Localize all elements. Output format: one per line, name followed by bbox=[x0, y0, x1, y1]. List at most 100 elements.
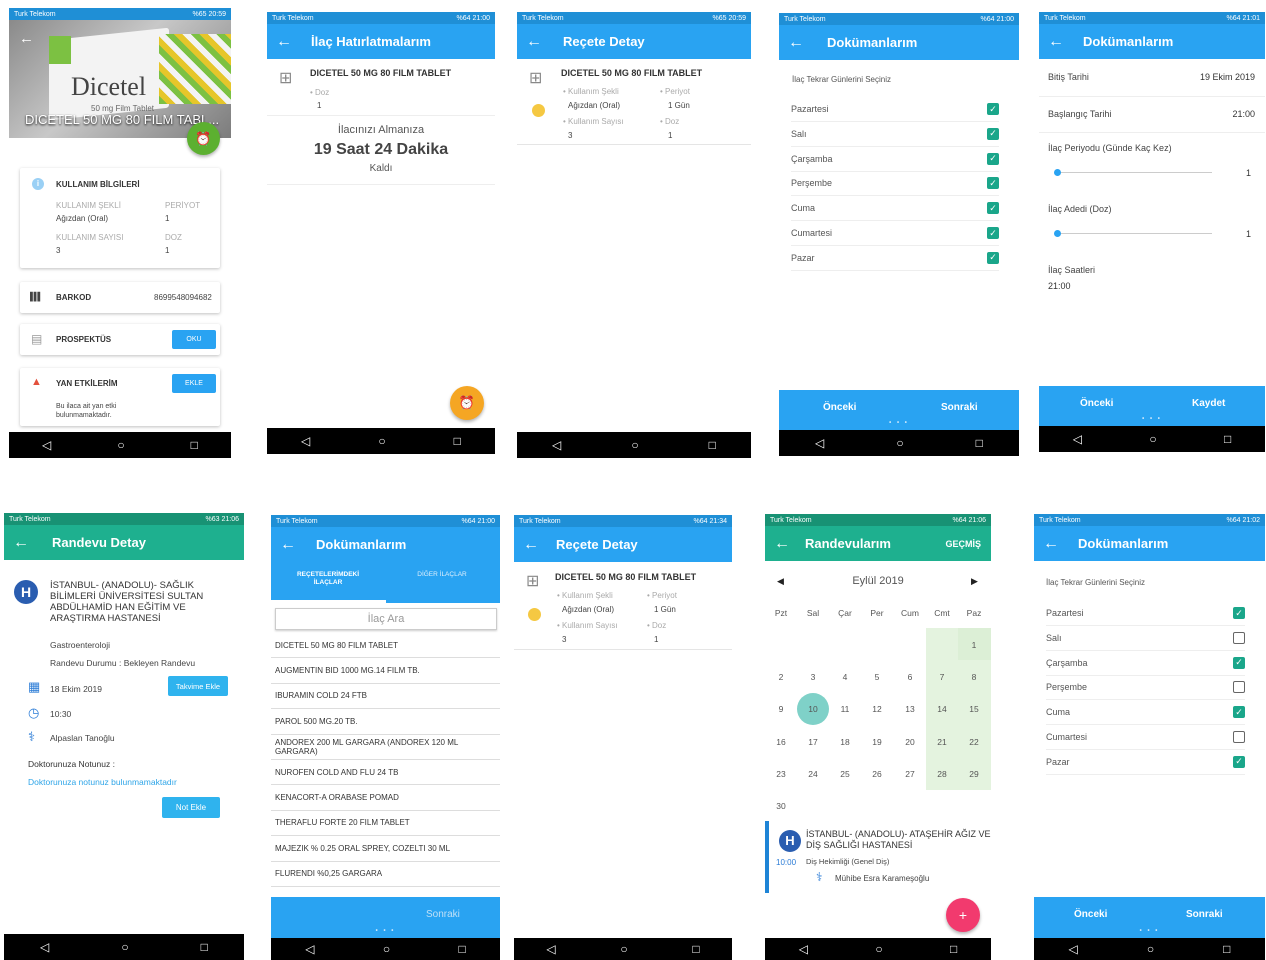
nav-recent-icon[interactable]: □ bbox=[459, 942, 466, 956]
day-row[interactable]: Cumartesi bbox=[1046, 725, 1245, 750]
calendar-day[interactable]: 24 bbox=[797, 769, 829, 779]
list-item[interactable]: THERAFLU FORTE 20 FILM TABLET bbox=[271, 811, 500, 837]
calendar-day[interactable]: 11 bbox=[829, 704, 861, 714]
nav-recent-icon[interactable]: □ bbox=[709, 438, 716, 452]
nav-back-icon[interactable]: ◁ bbox=[305, 942, 314, 956]
nav-home-icon[interactable]: ○ bbox=[117, 438, 124, 452]
checkbox-checked-icon[interactable]: ✓ bbox=[1233, 656, 1245, 669]
period-slider[interactable] bbox=[1056, 172, 1212, 173]
dose-slider[interactable] bbox=[1056, 233, 1212, 234]
checkbox-unchecked-icon[interactable] bbox=[1233, 631, 1245, 644]
checkbox-checked-icon[interactable]: ✓ bbox=[987, 127, 999, 140]
alarm-fab[interactable]: ⏰ bbox=[187, 122, 220, 155]
prev-button[interactable]: Önceki bbox=[1074, 909, 1107, 920]
calendar-day[interactable]: 3 bbox=[797, 672, 829, 682]
period-slider-thumb[interactable] bbox=[1054, 169, 1061, 176]
back-icon[interactable]: ← bbox=[779, 34, 813, 52]
calendar-day[interactable]: 16 bbox=[765, 737, 797, 747]
prev-button[interactable]: Önceki bbox=[823, 402, 856, 413]
calendar-day[interactable]: 19 bbox=[861, 737, 893, 747]
dose-slider-thumb[interactable] bbox=[1054, 230, 1061, 237]
back-icon[interactable]: ← bbox=[1034, 535, 1068, 553]
list-item[interactable]: MAJEZIK % 0.25 ORAL SPREY, COZELTI 30 ML bbox=[271, 836, 500, 862]
nav-back-icon[interactable]: ◁ bbox=[546, 942, 555, 956]
checkbox-unchecked-icon[interactable] bbox=[1233, 681, 1245, 694]
nav-home-icon[interactable]: ○ bbox=[620, 942, 627, 956]
add-to-calendar-button[interactable]: Takvime Ekle bbox=[168, 676, 228, 696]
nav-recent-icon[interactable]: □ bbox=[1223, 942, 1230, 956]
checkbox-checked-icon[interactable]: ✓ bbox=[987, 103, 999, 115]
nav-recent-icon[interactable]: □ bbox=[1224, 432, 1231, 446]
search-input[interactable]: İlaç Ara bbox=[275, 608, 497, 630]
back-icon[interactable]: ← bbox=[517, 33, 551, 51]
calendar-day[interactable]: 14 bbox=[926, 704, 958, 714]
back-icon[interactable]: ← bbox=[19, 30, 34, 47]
nav-back-icon[interactable]: ◁ bbox=[552, 438, 561, 452]
checkbox-checked-icon[interactable]: ✓ bbox=[987, 251, 999, 264]
calendar-day[interactable]: 6 bbox=[894, 672, 926, 682]
nav-recent-icon[interactable]: □ bbox=[950, 942, 957, 956]
back-icon[interactable]: ← bbox=[271, 536, 305, 554]
nav-home-icon[interactable]: ○ bbox=[383, 942, 390, 956]
calendar-day[interactable]: 2 bbox=[765, 672, 797, 682]
day-row[interactable]: Cuma ✓ bbox=[1046, 700, 1245, 726]
back-icon[interactable]: ← bbox=[4, 534, 38, 552]
next-button[interactable]: Sonraki bbox=[1186, 909, 1223, 920]
nav-back-icon[interactable]: ◁ bbox=[799, 942, 808, 956]
checkbox-checked-icon[interactable]: ✓ bbox=[987, 202, 999, 215]
nav-back-icon[interactable]: ◁ bbox=[1069, 942, 1078, 956]
add-alarm-fab[interactable]: ⏰ bbox=[450, 386, 484, 420]
prev-button[interactable]: Önceki bbox=[1080, 398, 1113, 409]
day-row[interactable]: Pazartesi ✓ bbox=[1046, 601, 1245, 626]
day-row[interactable]: Perşembe ✓ bbox=[791, 171, 999, 197]
oku-button[interactable]: OKU bbox=[172, 330, 216, 349]
checkbox-checked-icon[interactable]: ✓ bbox=[1233, 607, 1245, 619]
nav-recent-icon[interactable]: □ bbox=[976, 436, 983, 450]
end-date-value[interactable]: 19 Ekim 2019 bbox=[1200, 72, 1255, 82]
calendar-day[interactable]: 21 bbox=[926, 737, 958, 747]
add-appointment-fab[interactable]: + bbox=[946, 898, 980, 932]
back-icon[interactable]: ← bbox=[1039, 33, 1073, 51]
nav-home-icon[interactable]: ○ bbox=[1149, 432, 1156, 446]
calendar-day[interactable]: 27 bbox=[894, 769, 926, 779]
calendar-day[interactable]: 4 bbox=[829, 672, 861, 682]
day-row[interactable]: Cumartesi ✓ bbox=[791, 221, 999, 246]
day-row[interactable]: Pazartesi ✓ bbox=[791, 97, 999, 122]
day-row[interactable]: Perşembe bbox=[1046, 675, 1245, 701]
day-row[interactable]: Pazar ✓ bbox=[1046, 750, 1245, 775]
back-icon[interactable]: ← bbox=[514, 536, 548, 554]
day-row[interactable]: Salı ✓ bbox=[791, 122, 999, 147]
checkbox-checked-icon[interactable]: ✓ bbox=[1233, 706, 1245, 719]
nav-back-icon[interactable]: ◁ bbox=[1073, 432, 1082, 446]
checkbox-unchecked-icon[interactable] bbox=[1233, 731, 1245, 743]
calendar-day[interactable]: 9 bbox=[765, 704, 797, 714]
calendar-day[interactable]: 18 bbox=[829, 737, 861, 747]
nav-recent-icon[interactable]: □ bbox=[454, 434, 461, 448]
list-item[interactable]: AUGMENTIN BID 1000 MG.14 FILM TB. bbox=[271, 658, 500, 684]
list-item[interactable]: FLURENDI %0,25 GARGARA bbox=[271, 862, 500, 887]
calendar-day[interactable]: 25 bbox=[829, 769, 861, 779]
nav-back-icon[interactable]: ◁ bbox=[815, 436, 824, 450]
nav-home-icon[interactable]: ○ bbox=[896, 436, 903, 450]
tab-other[interactable]: DİĞER İLAÇLAR bbox=[407, 571, 477, 579]
day-row[interactable]: Salı bbox=[1046, 626, 1245, 651]
nav-home-icon[interactable]: ○ bbox=[631, 438, 638, 452]
back-icon[interactable]: ← bbox=[267, 33, 301, 51]
calendar-day[interactable]: 10 bbox=[797, 704, 829, 714]
calendar-day[interactable]: 22 bbox=[958, 737, 990, 747]
save-button[interactable]: Kaydet bbox=[1192, 398, 1225, 409]
nav-back-icon[interactable]: ◁ bbox=[40, 940, 49, 954]
calendar-day[interactable]: 12 bbox=[861, 704, 893, 714]
next-button[interactable]: Sonraki bbox=[941, 402, 978, 413]
appointment-card[interactable]: H İSTANBUL- (ANADOLU)- ATAŞEHİR AĞIZ VE … bbox=[765, 821, 991, 893]
calendar-day[interactable]: 28 bbox=[926, 769, 958, 779]
calendar-day[interactable]: 8 bbox=[958, 672, 990, 682]
tab-prescribed[interactable]: REÇETELERİMDEKİ İLAÇLAR bbox=[287, 571, 369, 587]
nav-home-icon[interactable]: ○ bbox=[875, 942, 882, 956]
time-value[interactable]: 21:00 bbox=[1048, 281, 1071, 291]
nav-back-icon[interactable]: ◁ bbox=[301, 434, 310, 448]
checkbox-checked-icon[interactable]: ✓ bbox=[1233, 755, 1245, 768]
next-button[interactable]: Sonraki bbox=[426, 909, 460, 920]
nav-recent-icon[interactable]: □ bbox=[191, 438, 198, 452]
checkbox-checked-icon[interactable]: ✓ bbox=[987, 152, 999, 165]
